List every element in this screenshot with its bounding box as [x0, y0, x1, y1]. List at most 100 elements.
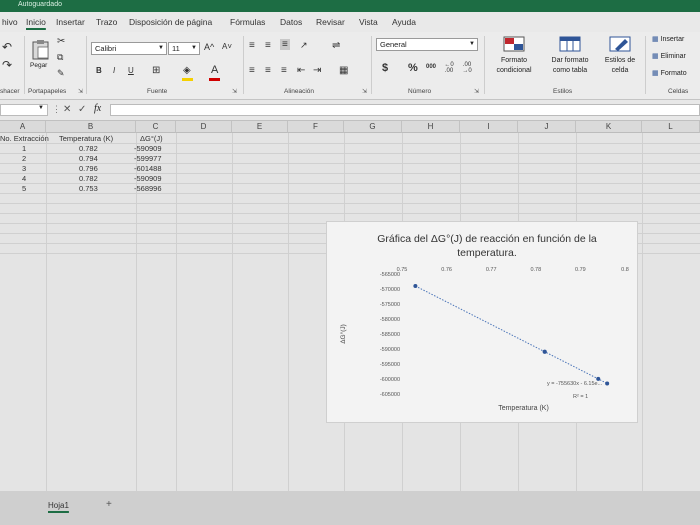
thousands-button[interactable]: 000	[426, 64, 436, 70]
name-box[interactable]: ▼	[0, 104, 48, 116]
align-top-icon[interactable]: ≡	[249, 40, 255, 51]
align-right-icon[interactable]: ≡	[281, 65, 287, 76]
tab-datos[interactable]: Datos	[280, 17, 302, 27]
column-header-g[interactable]: G	[344, 121, 402, 133]
column-header-l[interactable]: L	[642, 121, 700, 133]
launcher-icon[interactable]: ⇲	[474, 88, 479, 95]
confirm-icon[interactable]: ✓	[78, 104, 86, 115]
launcher-icon[interactable]: ⇲	[232, 88, 237, 95]
table-cell[interactable]: 0.794	[79, 154, 98, 164]
merge-center-icon[interactable]: ▦	[339, 65, 348, 76]
delete-cells-button[interactable]: ▦ Eliminar	[652, 52, 700, 64]
orientation-icon[interactable]: ↗	[300, 40, 308, 51]
tab-inicio[interactable]: Inicio	[26, 17, 46, 27]
wrap-text-icon[interactable]: ⇌	[332, 40, 340, 51]
tab-disposicion[interactable]: Disposición de página	[129, 17, 212, 27]
formula-input[interactable]	[110, 104, 700, 116]
increase-decimals-button[interactable]: ←0 .00	[442, 62, 456, 74]
column-line	[288, 133, 289, 491]
decrease-indent-icon[interactable]: ⇤	[297, 65, 305, 76]
column-header-b[interactable]: B	[46, 121, 136, 133]
launcher-icon[interactable]: ⇲	[362, 88, 367, 95]
tab-ayuda[interactable]: Ayuda	[392, 17, 416, 27]
table-cell[interactable]: -568996	[134, 184, 162, 194]
table-cell[interactable]: -590909	[134, 174, 162, 184]
cancel-icon[interactable]: ✕	[63, 104, 71, 115]
bold-button[interactable]: B	[96, 66, 102, 75]
tab-revisar[interactable]: Revisar	[316, 17, 345, 27]
paste-label: Pegar	[30, 62, 48, 69]
table-cell[interactable]: 0.753	[79, 184, 98, 194]
insert-cells-button[interactable]: ▦ Insertar	[652, 35, 700, 47]
table-cell[interactable]: 4	[22, 174, 26, 184]
decrease-decimals-button[interactable]: .00 →0	[460, 62, 474, 74]
currency-button[interactable]: $	[382, 62, 388, 74]
copy-icon[interactable]: ⧉	[57, 52, 63, 63]
tab-archivo[interactable]: hivo	[2, 17, 18, 27]
column-header-k[interactable]: K	[576, 121, 642, 133]
header-extraccion[interactable]: No. Extracción	[0, 134, 49, 144]
table-cell[interactable]: 0.782	[79, 174, 98, 184]
header-delta-g[interactable]: ΔG°(J)	[140, 134, 163, 144]
cell-styles-button[interactable]: Estilos de celda	[598, 36, 642, 84]
format-cells-button[interactable]: ▦ Formato	[652, 69, 700, 81]
font-size-value: 11	[172, 44, 180, 53]
font-color-icon[interactable]: A	[211, 64, 218, 76]
chart[interactable]: Gráfica del ΔG°(J) de reacción en funció…	[326, 221, 638, 423]
align-left-icon[interactable]: ≡	[249, 65, 255, 76]
fill-color-icon[interactable]: ◈	[183, 65, 191, 76]
conditional-format-button[interactable]: Formato condicional	[488, 36, 540, 84]
table-icon	[559, 36, 581, 52]
table-cell[interactable]: 0.782	[79, 144, 98, 154]
data-point	[542, 349, 547, 354]
tab-formulas[interactable]: Fórmulas	[230, 17, 265, 27]
table-cell[interactable]: 2	[22, 154, 26, 164]
shrink-font-button[interactable]: A˅	[222, 42, 232, 51]
tab-insertar[interactable]: Insertar	[56, 17, 85, 27]
column-header-h[interactable]: H	[402, 121, 460, 133]
underline-button[interactable]: U	[128, 66, 134, 75]
font-name-select[interactable]: Calibri ▼	[91, 42, 167, 55]
launcher-icon[interactable]: ⇲	[78, 88, 83, 95]
tab-trazo[interactable]: Trazo	[96, 17, 117, 27]
column-header-e[interactable]: E	[232, 121, 288, 133]
table-cell[interactable]: -601488	[134, 164, 162, 174]
number-format-select[interactable]: General ▼	[376, 38, 478, 51]
paste-button[interactable]: Pegar	[30, 38, 52, 78]
align-center-icon[interactable]: ≡	[265, 65, 271, 76]
table-cell[interactable]: 0.796	[79, 164, 98, 174]
table-cell[interactable]: 3	[22, 164, 26, 174]
column-header-j[interactable]: J	[518, 121, 576, 133]
column-header-d[interactable]: D	[176, 121, 232, 133]
column-header-f[interactable]: F	[288, 121, 344, 133]
fx-icon[interactable]: fx	[94, 103, 101, 114]
redo-icon[interactable]: ↷	[2, 58, 12, 72]
italic-button[interactable]: I	[113, 66, 115, 75]
increase-indent-icon[interactable]: ⇥	[313, 65, 321, 76]
header-temperatura[interactable]: Temperatura (K)	[59, 134, 113, 144]
sheet-tab-hoja1[interactable]: Hoja1	[48, 501, 69, 510]
cut-icon[interactable]: ✂	[57, 36, 65, 47]
column-header-c[interactable]: C	[136, 121, 176, 133]
grow-font-button[interactable]: A^	[204, 42, 214, 52]
format-painter-icon[interactable]: ✎	[57, 68, 65, 79]
y-tick-label: -600000	[380, 377, 400, 383]
align-bottom-icon[interactable]: ≡	[280, 39, 290, 50]
add-sheet-button[interactable]: +	[106, 499, 112, 510]
table-cell[interactable]: 1	[22, 144, 26, 154]
format-as-table-button[interactable]: Dar formato como tabla	[542, 36, 598, 84]
column-header-a[interactable]: A	[0, 121, 46, 133]
table-cell[interactable]: -590909	[134, 144, 162, 154]
tab-vista[interactable]: Vista	[359, 17, 378, 27]
percent-button[interactable]: %	[408, 62, 418, 74]
align-middle-icon[interactable]: ≡	[265, 40, 271, 51]
font-name-value: Calibri	[95, 44, 117, 53]
x-tick-label: 0.76	[441, 267, 452, 273]
borders-icon[interactable]: ⊞	[152, 65, 160, 76]
font-size-select[interactable]: 11 ▼	[168, 42, 200, 55]
table-cell[interactable]: 5	[22, 184, 26, 194]
column-header-i[interactable]: I	[460, 121, 518, 133]
table-cell[interactable]: -599977	[134, 154, 162, 164]
undo-icon[interactable]: ↶	[2, 40, 12, 54]
y-tick-label: -575000	[380, 302, 400, 308]
